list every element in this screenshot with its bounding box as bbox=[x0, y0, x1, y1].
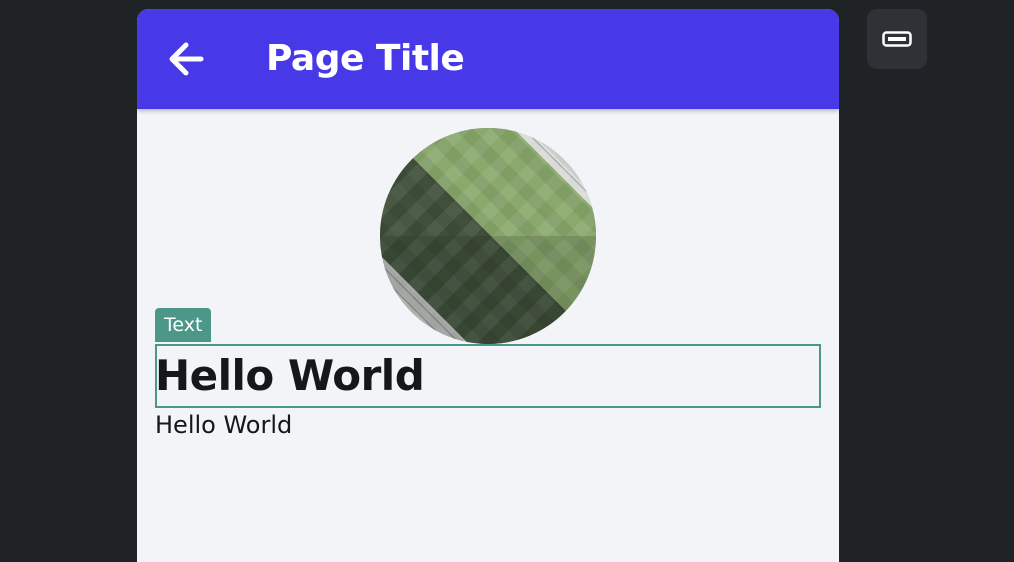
device-preview-icon bbox=[882, 31, 912, 47]
phone-preview: Page Title Text Hello World Hello World bbox=[137, 9, 839, 562]
selection-type-tag: Text bbox=[155, 308, 212, 342]
body-text[interactable]: Hello World bbox=[155, 409, 292, 441]
avatar-image[interactable] bbox=[380, 128, 596, 344]
canvas: Page Title Text Hello World Hello World bbox=[0, 0, 1014, 562]
back-button[interactable] bbox=[163, 36, 209, 82]
app-bar: Page Title bbox=[137, 9, 839, 109]
device-preview-button[interactable] bbox=[867, 9, 927, 69]
arrow-left-icon bbox=[169, 42, 204, 76]
page-title: Page Title bbox=[266, 38, 465, 79]
heading-text[interactable]: Hello World bbox=[155, 349, 425, 403]
stadium-aerial-image bbox=[380, 128, 596, 344]
